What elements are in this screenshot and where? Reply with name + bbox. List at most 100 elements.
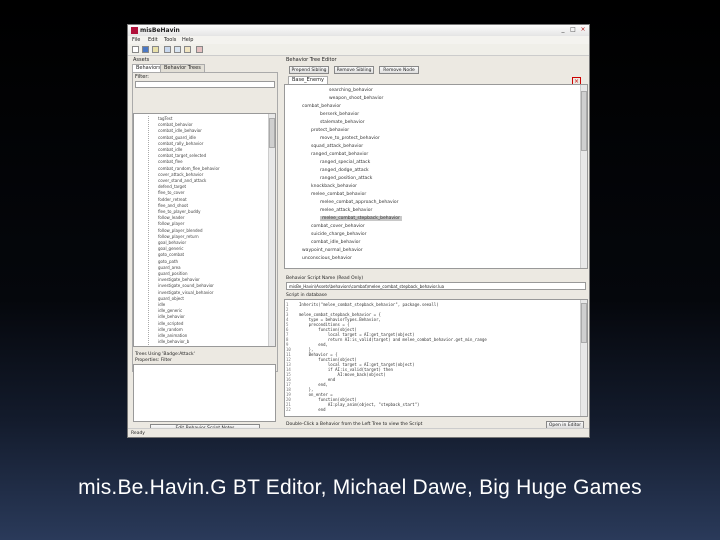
filter-label: Filter: <box>135 74 149 80</box>
status-bar: Ready <box>128 428 589 437</box>
remove-node-button[interactable]: Remove Node <box>379 66 419 74</box>
behavior-list-item[interactable]: idle_random <box>158 327 183 332</box>
menu-tools[interactable]: Tools <box>164 37 176 43</box>
tree-node[interactable]: ranged_dodge_attack <box>320 168 369 173</box>
tree-node[interactable]: waypoint_normal_behavior <box>302 248 363 253</box>
behavior-list-item[interactable]: guard_area <box>158 265 181 270</box>
tree-node[interactable]: weapon_shoot_behavior <box>329 96 383 101</box>
behavior-list-item[interactable]: guard_object <box>158 296 184 301</box>
behavior-list-item[interactable]: fodder_retreat <box>158 197 187 202</box>
behavior-list-item[interactable]: cover_stand_and_attack <box>158 178 206 183</box>
behavior-list-item[interactable]: combat_target_selected <box>158 153 206 158</box>
tree-node[interactable]: move_to_protect_behavior <box>320 136 380 141</box>
behavior-tree-editor: Behavior Tree Editor Prepend Sibling Rem… <box>284 57 588 435</box>
tree-node[interactable]: melee_combat_approach_behavior <box>320 200 399 205</box>
behavior-list-item[interactable]: goal_behavior <box>158 240 186 245</box>
behavior-list-item[interactable]: cover_attack_behavior <box>158 172 203 177</box>
tree-node[interactable]: ranged_position_attack <box>320 176 372 181</box>
behavior-list-item[interactable]: combat_random_flee_behavior <box>158 166 220 171</box>
trees-using-label: Trees Using 'Badge:Attack' <box>135 352 195 357</box>
paste-icon[interactable] <box>184 46 191 53</box>
editor-window: misBeHavin _ □ × File Edit Tools Help As… <box>127 24 590 438</box>
behavior-list-item[interactable]: defend_target <box>158 184 186 189</box>
tree-node[interactable]: combat_cover_behavior <box>311 224 365 229</box>
behavior-list-item[interactable]: follow_leader <box>158 215 184 220</box>
menu-bar: File Edit Tools Help <box>128 36 589 44</box>
tree-node[interactable]: melee_attack_behavior <box>320 208 372 213</box>
behavior-list-item[interactable]: flee_to_player_buddy <box>158 209 201 214</box>
tree-node[interactable]: protect_behavior <box>311 128 349 133</box>
behavior-list-item[interactable]: flee_to_cover <box>158 190 185 195</box>
behavior-list-item[interactable]: flee_and_shoot <box>158 203 188 208</box>
script-scroll-thumb[interactable] <box>581 303 587 343</box>
tree-node[interactable]: knockback_behavior <box>311 184 357 189</box>
script-label: Script in database <box>286 293 327 298</box>
script-scrollbar[interactable] <box>580 300 587 416</box>
behavior-list-item[interactable]: goto_path <box>158 259 178 264</box>
behavior-list-item[interactable]: investigate_sound_behavior <box>158 283 214 288</box>
menu-file[interactable]: File <box>132 37 140 43</box>
undo-icon[interactable] <box>196 46 203 53</box>
tree-node[interactable]: squad_attack_behavior <box>311 144 363 149</box>
behavior-list-item[interactable]: goto_combat <box>158 252 184 257</box>
behavior-list-item[interactable]: combat_flee <box>158 159 183 164</box>
maximize-button[interactable]: □ <box>569 26 577 34</box>
behavior-tree-view: searching_behavior weapon_shoot_behaviorc… <box>284 84 588 269</box>
tree-node[interactable]: melee_combat_stepback_behavior <box>320 216 402 221</box>
behavior-list-item[interactable]: idle_animation <box>158 333 187 338</box>
tree-scrollbar-v[interactable] <box>580 85 587 268</box>
behavior-list-item[interactable]: combat_rally_behavior <box>158 141 203 146</box>
tree-scroll-thumb[interactable] <box>581 91 587 151</box>
behavior-list-item[interactable]: guard_position <box>158 271 187 276</box>
script-editor[interactable]: 1 Inherits("melee_combat_stepback_behavio… <box>284 299 588 417</box>
tree-node[interactable]: combat_behavior <box>302 104 341 109</box>
filter-input[interactable] <box>135 81 275 88</box>
behavior-list-item[interactable]: idle_behavior_b <box>158 339 189 344</box>
status-text: Ready <box>131 431 145 436</box>
scroll-thumb[interactable] <box>269 118 275 148</box>
copy-icon[interactable] <box>174 46 181 53</box>
behavior-list-item[interactable]: investigate_visual_behavior <box>158 290 213 295</box>
code-line: Inherits("melee_combat_stepback_behavior… <box>299 302 439 307</box>
behavior-list-scrollbar[interactable] <box>268 114 275 346</box>
remove-sibling-button[interactable]: Remove Sibling <box>334 66 374 74</box>
code-line: end <box>299 407 326 412</box>
behavior-list-item[interactable]: investigate_behavior <box>158 277 200 282</box>
behavior-list-item[interactable]: follow_player_blended <box>158 228 203 233</box>
behavior-list-item[interactable]: idle_scripted <box>158 321 183 326</box>
behavior-list-item[interactable]: combat_guard_idle <box>158 135 196 140</box>
minimize-button[interactable]: _ <box>559 26 567 34</box>
tree-node[interactable]: combat_idle_behavior <box>311 240 360 245</box>
save-icon[interactable] <box>142 46 149 53</box>
menu-help[interactable]: Help <box>182 37 193 43</box>
behavior-list-item[interactable]: idle_behavior <box>158 314 185 319</box>
tab-base-enemy[interactable]: Base_Enemy <box>288 76 328 84</box>
behavior-list-item[interactable]: idle <box>158 302 165 307</box>
tree-node[interactable]: searching_behavior <box>329 88 373 93</box>
behavior-list-item[interactable]: combat_idle <box>158 147 182 152</box>
tab-behavior-trees[interactable]: Behavior Trees <box>160 64 205 72</box>
cut-icon[interactable] <box>164 46 171 53</box>
behavior-list-item[interactable]: combat_behavior <box>158 122 193 127</box>
tree-node[interactable]: berserk_behavior <box>320 112 359 117</box>
prepend-sibling-button[interactable]: Prepend Sibling <box>289 66 329 74</box>
close-button[interactable]: × <box>579 26 587 34</box>
tree-node[interactable]: unconscious_behavior <box>302 256 352 261</box>
script-name-label: Behavior Script Name (Read Only) <box>286 276 364 281</box>
open-folder-icon[interactable] <box>152 46 159 53</box>
tree-node[interactable]: suicide_charge_behavior <box>311 232 367 237</box>
slide-caption: mis.Be.Havin.G BT Editor, Michael Dawe, … <box>78 476 642 499</box>
editor-header: Behavior Tree Editor <box>286 57 337 63</box>
tree-node[interactable]: ranged_combat_behavior <box>311 152 368 157</box>
behavior-list-item[interactable]: idle_generic <box>158 308 182 313</box>
menu-edit[interactable]: Edit <box>148 37 158 43</box>
behavior-list-item[interactable]: combat_idle_behavior <box>158 128 202 133</box>
behavior-list-item[interactable]: goal_generic <box>158 246 184 251</box>
tree-node[interactable]: stalemate_behavior <box>320 120 365 125</box>
behavior-list-item[interactable]: follow_player <box>158 221 184 226</box>
new-file-icon[interactable] <box>132 46 139 53</box>
tree-node[interactable]: melee_combat_behavior <box>311 192 366 197</box>
tree-node[interactable]: ranged_special_attack <box>320 160 370 165</box>
behavior-list-item[interactable]: follow_player_return <box>158 234 199 239</box>
behavior-list-item[interactable]: tagTest <box>158 116 172 121</box>
